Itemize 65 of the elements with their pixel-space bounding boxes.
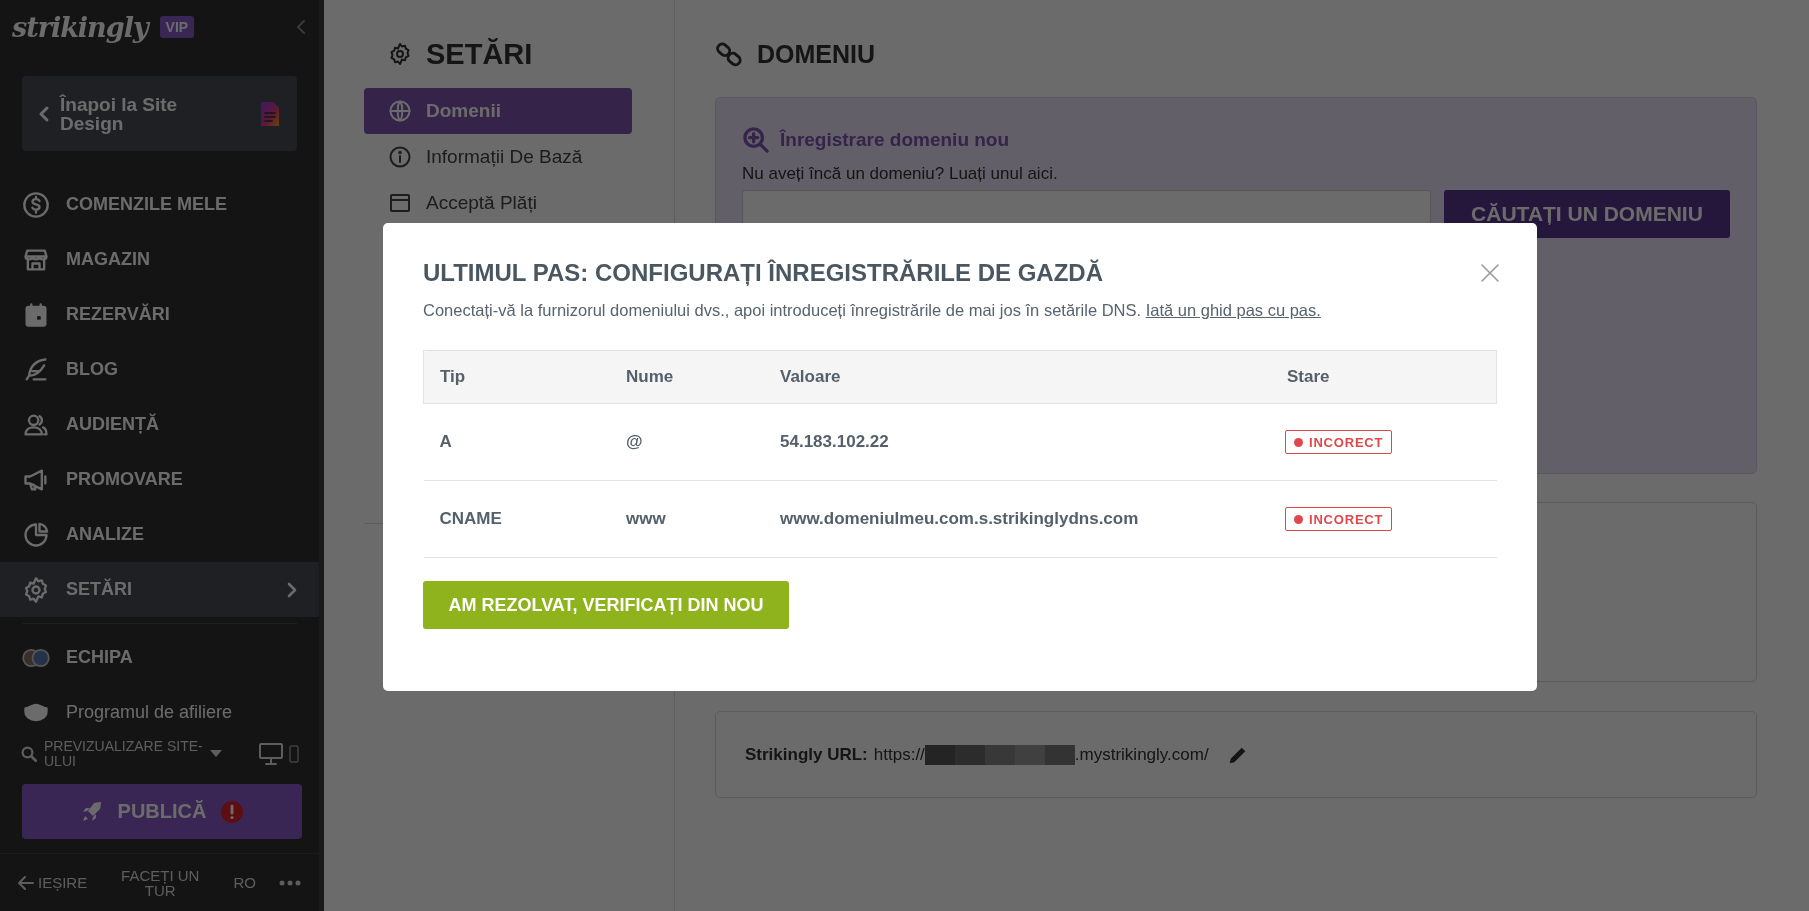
sidebar-item[interactable]: BLOG bbox=[0, 342, 319, 397]
register-text: Nu aveți încă un domeniu? Luați unul aici. bbox=[742, 164, 1059, 184]
document-icon bbox=[261, 101, 279, 126]
status-badge: INCORECT bbox=[1285, 507, 1393, 531]
dialog-title: ULTIMUL PAS: CONFIGURAȚI ÎNREGISTRĂRILE DE GAZDĂ bbox=[423, 259, 1103, 287]
url-prefix: https:// bbox=[873, 744, 925, 765]
settings-nav-item[interactable]: Domenii bbox=[364, 88, 632, 134]
register-heading: Înregistrare domeniu nou bbox=[780, 129, 1010, 151]
caret-down-icon bbox=[210, 750, 222, 758]
sidebar-item[interactable]: REZERVĂRI bbox=[0, 287, 319, 342]
more-icon[interactable] bbox=[278, 879, 301, 886]
search-domain-button[interactable]: CĂUTAȚI UN DOMENIU bbox=[1444, 190, 1730, 238]
preview-dropdown[interactable]: PREVIZUALIZARE SITE-ULUI bbox=[44, 739, 204, 769]
sidebar-item[interactable]: Programul de afiliere bbox=[0, 685, 319, 722]
column-header: Valoare bbox=[764, 350, 1271, 404]
settings-nav-item[interactable]: Informații De Bază bbox=[364, 134, 632, 180]
sidebar-item[interactable]: SETĂRI bbox=[0, 562, 319, 617]
column-header: Tip bbox=[423, 350, 610, 404]
vip-badge: VIP bbox=[159, 16, 195, 38]
pie-chart-icon bbox=[22, 520, 50, 549]
sidebar-item[interactable]: PROMOVARE bbox=[0, 452, 319, 507]
exit-link[interactable]: IEȘIRE bbox=[18, 875, 88, 890]
card-icon bbox=[388, 191, 412, 215]
monitor-icon[interactable] bbox=[259, 743, 283, 765]
table-cell: www.domeniulmeu.com.s.strikinglydns.com bbox=[764, 480, 1271, 558]
sidebar-item[interactable]: MAGAZIN bbox=[0, 232, 319, 287]
column-header: Nume bbox=[610, 350, 764, 404]
table-cell: www bbox=[610, 480, 764, 558]
tour-link[interactable]: FACEȚI UN TUR bbox=[110, 867, 211, 898]
chevron-left-icon bbox=[295, 18, 307, 36]
publish-button[interactable]: PUBLICĂ bbox=[22, 784, 302, 839]
sidebar-item[interactable]: AUDIENȚĂ bbox=[0, 397, 319, 452]
sidebar-item[interactable]: COMENZILE MELE bbox=[0, 177, 319, 232]
table-cell: A bbox=[423, 403, 610, 481]
sidebar-item[interactable]: ANALIZE bbox=[0, 507, 319, 562]
column-header: Stare bbox=[1271, 350, 1497, 404]
globe-icon bbox=[388, 99, 412, 123]
table-cell: 54.183.102.22 bbox=[764, 403, 1271, 481]
url-label: Strikingly URL: bbox=[745, 744, 868, 765]
guide-link[interactable]: Iată un ghid pas cu pas. bbox=[1145, 301, 1321, 319]
language-selector[interactable]: RO bbox=[233, 875, 256, 890]
dollar-icon bbox=[22, 190, 50, 219]
domain-title: DOMENIU bbox=[757, 39, 876, 69]
url-suffix: .mystrikingly.com/ bbox=[1074, 744, 1209, 765]
table-cell: @ bbox=[610, 403, 764, 481]
gear-icon bbox=[22, 575, 50, 604]
settings-title: SETĂRI bbox=[426, 37, 533, 71]
arrow-left-icon bbox=[18, 875, 34, 890]
gear-icon bbox=[388, 42, 412, 66]
close-icon[interactable] bbox=[1480, 263, 1500, 283]
table-cell: CNAME bbox=[423, 480, 610, 558]
recheck-button[interactable]: AM REZOLVAT, VERIFICAȚI DIN NOU bbox=[423, 581, 789, 629]
search-icon bbox=[20, 745, 38, 763]
chevron-left-icon bbox=[38, 104, 50, 123]
back-button[interactable]: Înapoi la Site Design bbox=[22, 76, 297, 151]
logo[interactable]: strikingly bbox=[12, 11, 148, 43]
settings-nav-item[interactable]: Acceptă Plăți bbox=[364, 180, 632, 226]
chevron-right-icon bbox=[287, 581, 297, 598]
sidebar-item[interactable]: ECHIPA bbox=[0, 630, 319, 685]
dialog-description: Conectați-vă la furnizorul domeniului dvs., apoi introduceți înregistrările de mai jos în setările DNS. Iată un ghid pas cu pas. bbox=[423, 301, 1322, 320]
info-icon bbox=[388, 145, 412, 169]
alert-icon bbox=[220, 799, 245, 824]
link-icon bbox=[715, 40, 743, 68]
status-badge: INCORECT bbox=[1285, 430, 1393, 454]
zoom-in-icon bbox=[742, 126, 770, 154]
